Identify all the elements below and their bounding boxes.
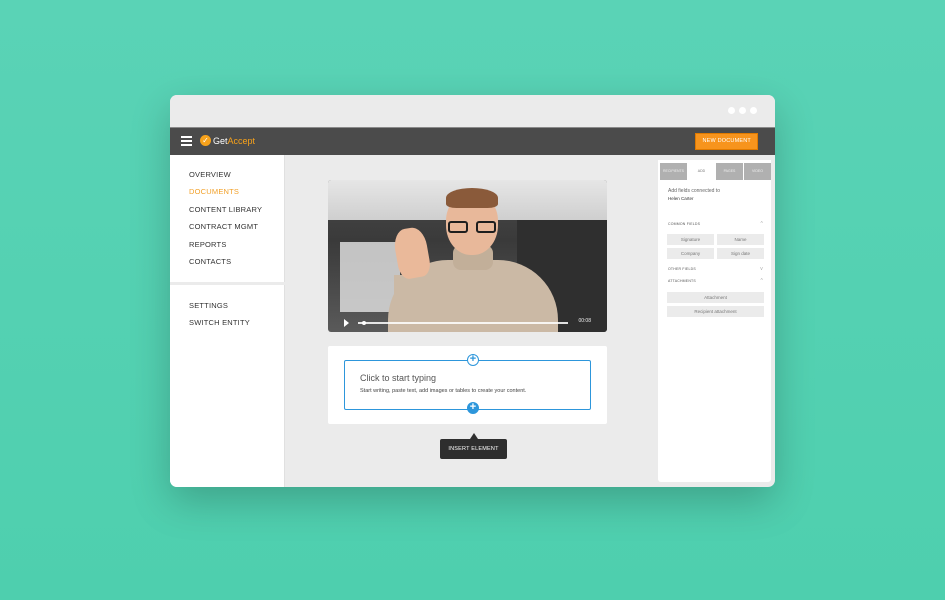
play-icon[interactable] (344, 319, 349, 327)
text-block-card: Click to start typing Start writing, pas… (328, 346, 607, 424)
sidebar-item-settings[interactable]: SETTINGS (189, 301, 250, 318)
connected-fields-label: Add fields connected to (668, 188, 720, 194)
field-signature[interactable]: Signature (667, 234, 714, 245)
hamburger-menu-icon[interactable] (181, 136, 192, 146)
window-dot-icon[interactable] (728, 107, 735, 114)
window-controls (728, 107, 757, 114)
editor-placeholder-subtitle: Start writing, paste text, add images or… (360, 388, 527, 394)
field-sign-date[interactable]: Sign date (717, 248, 764, 259)
sidebar-item-overview[interactable]: OVERVIEW (189, 170, 262, 187)
recipient-name[interactable]: Helen Carter (668, 196, 694, 201)
field-attachment[interactable]: Attachment (667, 292, 764, 303)
field-company[interactable]: Company (667, 248, 714, 259)
video-controls: 00:08 (328, 314, 607, 332)
sidebar-secondary-nav: SETTINGS SWITCH ENTITY (189, 301, 250, 336)
window-dot-icon[interactable] (739, 107, 746, 114)
attachments-header[interactable]: ATTACHMENTS ^ (668, 278, 763, 284)
sidebar-item-content-library[interactable]: CONTENT LIBRARY (189, 205, 262, 222)
document-canvas: 00:08 Click to start typing Start writin… (285, 155, 658, 487)
tab-pages[interactable]: PAGES (716, 163, 743, 180)
video-time: 00:08 (578, 318, 591, 324)
sidebar-item-switch-entity[interactable]: SWITCH ENTITY (189, 318, 250, 335)
insert-element-tooltip: INSERT ELEMENT (440, 433, 507, 459)
logo[interactable]: ✓ GetAccept (200, 135, 255, 146)
app-header: ✓ GetAccept NEW DOCUMENT (170, 127, 775, 155)
sidebar-item-reports[interactable]: REPORTS (189, 240, 262, 257)
video-progress-knob[interactable] (362, 320, 367, 325)
new-document-button[interactable]: NEW DOCUMENT (695, 133, 758, 150)
other-fields-header[interactable]: OTHER FIELDS v (668, 266, 763, 272)
window-titlebar (170, 95, 775, 127)
video-player[interactable]: 00:08 (328, 180, 607, 332)
chevron-up-icon[interactable]: ^ (760, 221, 763, 227)
chevron-up-icon[interactable]: ^ (760, 278, 763, 284)
sidebar-item-documents[interactable]: DOCUMENTS (189, 187, 262, 204)
add-element-below-plus-icon[interactable]: + (467, 402, 479, 414)
sidebar-divider (170, 282, 285, 285)
logo-check-icon: ✓ (200, 135, 211, 146)
panel-tabs: RECIPIENTS ADD PAGES VIDEO (660, 163, 771, 180)
sidebar-nav: OVERVIEW DOCUMENTS CONTENT LIBRARY CONTR… (189, 170, 262, 274)
field-recipient-attachment[interactable]: Recipient attachment (667, 306, 764, 317)
app-window: ✓ GetAccept NEW DOCUMENT OVERVIEW DOCUME… (170, 95, 775, 487)
editor-placeholder-title: Click to start typing (360, 373, 437, 383)
right-panel: RECIPIENTS ADD PAGES VIDEO Add fields co… (658, 160, 771, 482)
video-progress-bar[interactable] (358, 320, 568, 325)
logo-text: GetAccept (213, 135, 256, 146)
tab-recipients[interactable]: RECIPIENTS (660, 163, 687, 180)
sidebar-item-contacts[interactable]: CONTACTS (189, 257, 262, 274)
add-element-above-plus-icon[interactable]: + (467, 354, 479, 366)
sidebar-item-contract-mgmt[interactable]: CONTRACT MGMT (189, 222, 262, 239)
window-dot-icon[interactable] (750, 107, 757, 114)
field-name[interactable]: Name (717, 234, 764, 245)
tab-add[interactable]: ADD (688, 163, 715, 180)
sidebar: OVERVIEW DOCUMENTS CONTENT LIBRARY CONTR… (170, 155, 285, 487)
text-editor[interactable]: Click to start typing Start writing, pas… (344, 360, 591, 410)
chevron-down-icon[interactable]: v (760, 266, 763, 272)
common-fields-header[interactable]: COMMON FIELDS ^ (668, 221, 763, 227)
tab-video[interactable]: VIDEO (744, 163, 771, 180)
